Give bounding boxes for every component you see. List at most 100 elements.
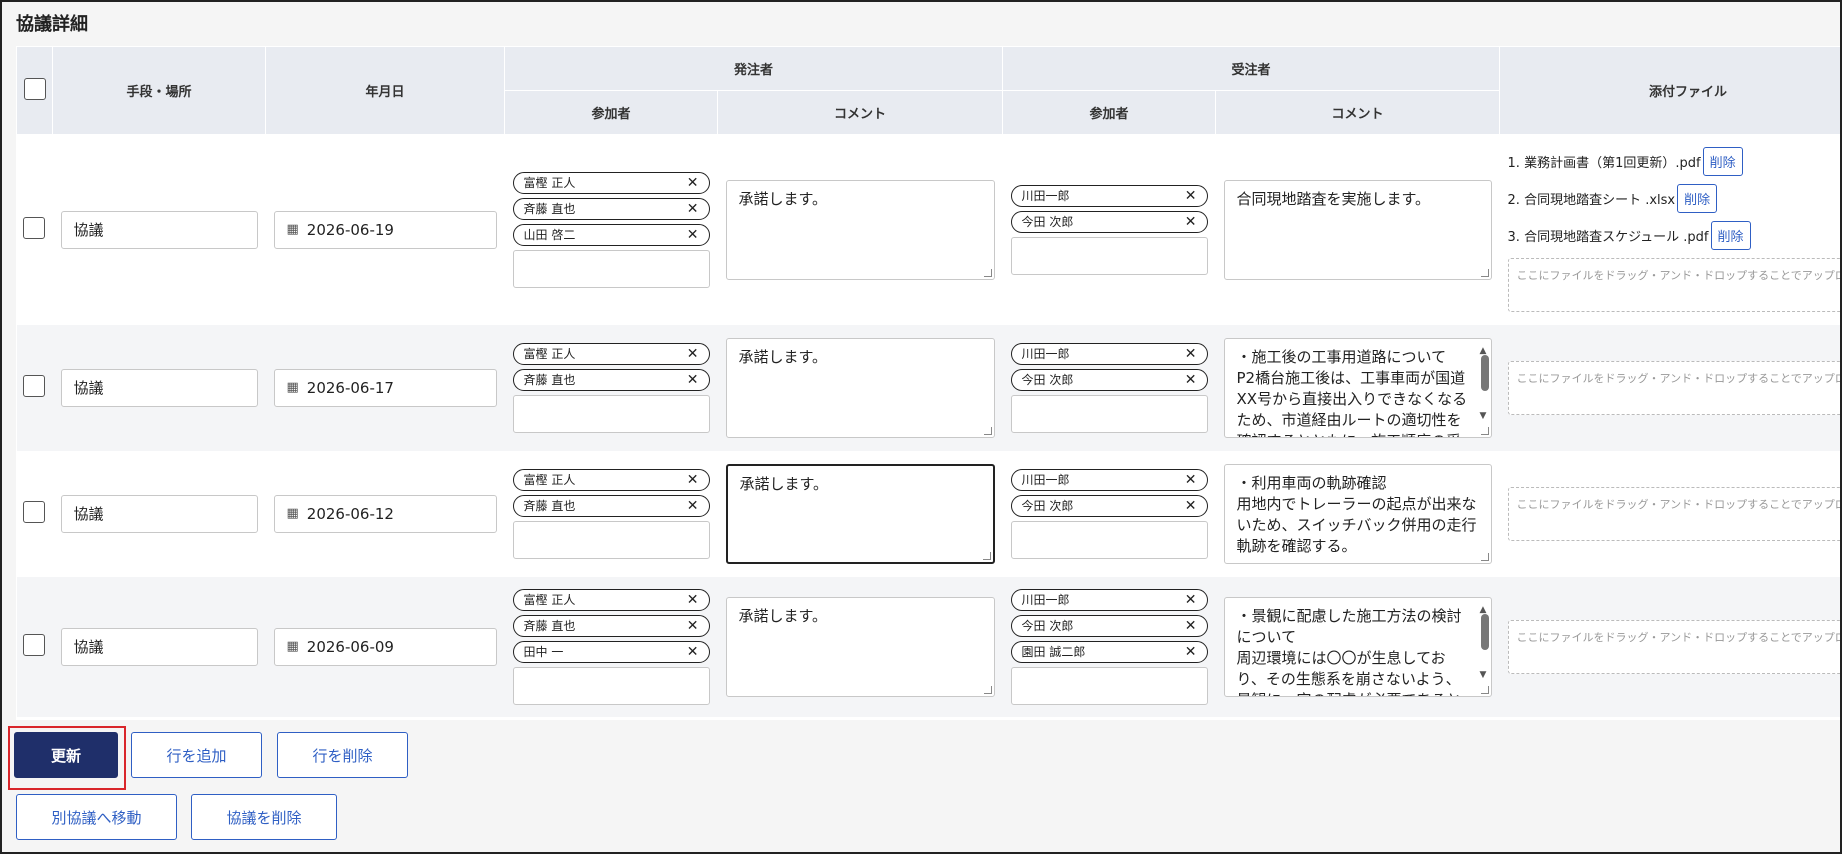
update-button-highlight — [8, 726, 126, 790]
resize-handle[interactable] — [983, 268, 992, 277]
participant-name: 斉藤 直也 — [523, 619, 576, 633]
participant-chip: 川田一郎 ✕ — [1010, 468, 1208, 491]
orderer-comment-textarea[interactable]: 承諾します。 — [725, 179, 995, 280]
resize-handle[interactable] — [1480, 552, 1489, 561]
participant-name: 川田一郎 — [1021, 189, 1070, 204]
delete-attachment-button[interactable]: 削除 — [1677, 184, 1718, 214]
contractor-participant-input[interactable] — [1010, 666, 1208, 705]
date-value: 2026-06-12 — [306, 504, 394, 523]
resize-handle[interactable] — [983, 685, 992, 694]
row-checkbox[interactable] — [22, 633, 45, 656]
orderer-participant-input[interactable] — [512, 394, 710, 433]
date-input[interactable]: ▦ 2026-06-12 — [273, 494, 497, 533]
resize-handle[interactable] — [1480, 426, 1489, 435]
orderer-participant-input[interactable] — [512, 520, 710, 559]
participant-chip: 今田 次郎 ✕ — [1010, 494, 1208, 517]
attachment-name[interactable]: 2. 合同現地踏査シート .xlsx — [1508, 189, 1676, 208]
file-drop-zone[interactable]: ここにファイルをドラッグ・アンド・ドロップすることでアップロー — [1507, 258, 1840, 313]
contractor-comment-textarea[interactable]: ・利用車両の軌跡確認 用地内でトレーラーの起点が出来ないため、スイッチバック併用… — [1223, 463, 1492, 564]
resize-handle[interactable] — [983, 426, 992, 435]
close-icon[interactable]: ✕ — [687, 201, 699, 217]
date-input[interactable]: ▦ 2026-06-09 — [273, 627, 497, 666]
orderer-comment-text: 承諾します。 — [739, 474, 829, 493]
close-icon[interactable]: ✕ — [687, 498, 699, 514]
close-icon[interactable]: ✕ — [1185, 592, 1197, 608]
attachment-name[interactable]: 3. 合同現地踏査スケジュール .pdf — [1508, 226, 1709, 245]
row-select-cell — [16, 134, 53, 325]
close-icon[interactable]: ✕ — [687, 592, 699, 608]
calendar-icon: ▦ — [286, 222, 299, 238]
date-input[interactable]: ▦ 2026-06-19 — [273, 210, 497, 249]
close-icon[interactable]: ✕ — [687, 175, 699, 191]
contractor-participant-input[interactable] — [1010, 394, 1208, 433]
file-drop-zone[interactable]: ここにファイルをドラッグ・アンド・ドロップすることでアップロー — [1507, 360, 1840, 415]
file-drop-zone[interactable]: ここにファイルをドラッグ・アンド・ドロップすることでアップロー — [1507, 619, 1840, 674]
close-icon[interactable]: ✕ — [687, 644, 699, 660]
orderer-participant-input[interactable] — [512, 666, 710, 705]
scrollbar[interactable]: ▲ ▼ — [1479, 343, 1489, 423]
contractor-participant-input[interactable] — [1010, 520, 1208, 559]
orderer-comment-textarea[interactable]: 承諾します。 — [725, 596, 995, 697]
close-icon[interactable]: ✕ — [687, 618, 699, 634]
close-icon[interactable]: ✕ — [1185, 214, 1197, 230]
row-checkbox[interactable] — [22, 374, 45, 397]
close-icon[interactable]: ✕ — [687, 372, 699, 388]
contractor-participant-input[interactable] — [1010, 236, 1208, 275]
close-icon[interactable]: ✕ — [1185, 346, 1197, 362]
close-icon[interactable]: ✕ — [1185, 372, 1197, 388]
method-place-input[interactable]: 協議 — [60, 494, 258, 533]
participant-name: 川田一郎 — [1021, 593, 1070, 607]
method-place-input[interactable]: 協議 — [60, 368, 258, 407]
delete-attachment-button[interactable]: 削除 — [1702, 147, 1743, 177]
close-icon[interactable]: ✕ — [687, 346, 699, 362]
contractor-comment-textarea[interactable]: 合同現地踏査を実施します。 — [1223, 179, 1492, 280]
contractor-comment-text: ・利用車両の軌跡確認 用地内でトレーラーの起点が出来ないため、スイッチバック併用… — [1236, 473, 1477, 555]
close-icon[interactable]: ✕ — [1185, 472, 1197, 488]
close-icon[interactable]: ✕ — [1185, 644, 1197, 660]
attachment-name[interactable]: 1. 業務計画書（第1回更新）.pdf — [1508, 152, 1701, 171]
close-icon[interactable]: ✕ — [687, 227, 699, 243]
close-icon[interactable]: ✕ — [1185, 618, 1197, 634]
resize-handle[interactable] — [1480, 268, 1489, 277]
orderer-participants-cell: 富樫 正人 ✕ 斉藤 直也 ✕ — [504, 450, 718, 577]
contractor-comment-textarea[interactable]: ・景観に配慮した施工方法の検討について 周辺環境には〇〇が生息しており、その生態… — [1223, 596, 1492, 697]
contractor-comment-textarea[interactable]: ・施工後の工事用道路について P2橋台施工後は、工事車両が国道XX号から直接出入… — [1223, 337, 1492, 438]
date-cell: ▦ 2026-06-17 — [265, 324, 505, 451]
method-place-input[interactable]: 協議 — [60, 210, 258, 249]
participant-chip: 斉藤 直也 ✕ — [512, 197, 710, 220]
participant-chip: 今田 次郎 ✕ — [1010, 614, 1208, 637]
orderer-participant-input[interactable] — [512, 249, 710, 288]
row-checkbox[interactable] — [22, 500, 45, 523]
orderer-comment-textarea[interactable]: 承諾します。 — [725, 463, 995, 564]
participant-name: 富樫 正人 — [523, 176, 576, 191]
add-row-button[interactable]: 行を追加 — [131, 732, 262, 778]
orderer-comment-textarea[interactable]: 承諾します。 — [725, 337, 995, 438]
participant-name: 富樫 正人 — [523, 347, 576, 361]
close-icon[interactable]: ✕ — [1185, 188, 1197, 204]
orderer-participants-cell: 富樫 正人 ✕ 斉藤 直也 ✕ 山田 啓二 ✕ — [504, 134, 718, 325]
delete-meeting-button[interactable]: 協議を削除 — [191, 794, 337, 840]
attachments-cell: ここにファイルをドラッグ・アンド・ドロップすることでアップロー — [1499, 450, 1840, 577]
section-title: 協議詳細 — [16, 14, 88, 35]
close-icon[interactable]: ✕ — [1185, 498, 1197, 514]
row-checkbox[interactable] — [22, 216, 45, 239]
orderer-participants-cell: 富樫 正人 ✕ 斉藤 直也 ✕ — [504, 324, 718, 451]
delete-attachment-button[interactable]: 削除 — [1710, 221, 1751, 251]
delete-row-button[interactable]: 行を削除 — [277, 732, 408, 778]
file-drop-zone[interactable]: ここにファイルをドラッグ・アンド・ドロップすることでアップロー — [1507, 486, 1840, 541]
method-cell: 協議 — [52, 134, 266, 325]
move-to-other-meeting-button[interactable]: 別協議へ移動 — [16, 794, 177, 840]
scrollbar[interactable]: ▲ ▼ — [1479, 602, 1489, 682]
close-icon[interactable]: ✕ — [687, 472, 699, 488]
resize-handle[interactable] — [1480, 685, 1489, 694]
participant-chip: 今田 次郎 ✕ — [1010, 368, 1208, 391]
resize-handle[interactable] — [982, 551, 991, 560]
orderer-comment-text: 承諾します。 — [738, 189, 828, 208]
table-row: 協議 ▦ 2026-06-09 富樫 正人 ✕ 斉藤 直也 ✕ 田中 一 ✕ 承… — [16, 576, 1840, 717]
date-input[interactable]: ▦ 2026-06-17 — [273, 368, 497, 407]
method-place-input[interactable]: 協議 — [60, 627, 258, 666]
participant-chip: 斉藤 直也 ✕ — [512, 494, 710, 517]
date-cell: ▦ 2026-06-19 — [265, 134, 505, 325]
select-all-checkbox[interactable] — [23, 77, 46, 100]
orderer-comment-text: 承諾します。 — [738, 606, 828, 625]
